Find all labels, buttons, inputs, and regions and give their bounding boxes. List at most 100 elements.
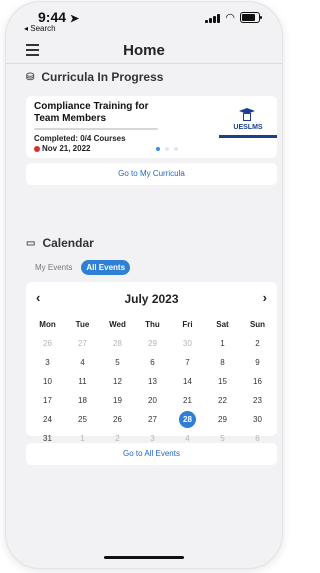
calendar-day[interactable]: 14 xyxy=(170,377,205,386)
calendar-day[interactable]: 30 xyxy=(240,415,275,424)
next-month-icon[interactable]: › xyxy=(263,290,267,305)
calendar-week-row: 26 27 28 29 30 1 2 xyxy=(30,334,275,353)
phone-screen: 9:44 ➤ ◂ Search ◠ Home ⛁ Curricula In Pr… xyxy=(6,2,282,568)
calendar-day-number: 5 xyxy=(220,434,225,443)
calendar-day[interactable]: 1 xyxy=(205,339,240,348)
calendar-week-row: 3 4 5 6 7 8 9 xyxy=(30,353,275,372)
calendar-day[interactable]: 11 xyxy=(65,377,100,386)
curricula-icon: ⛁ xyxy=(26,71,35,83)
weekday-label: Sat xyxy=(216,320,229,329)
calendar-day[interactable]: 21 xyxy=(170,396,205,405)
carousel-dot[interactable] xyxy=(165,147,169,151)
calendar-day-number: 20 xyxy=(148,396,157,405)
calendar-day-number: 1 xyxy=(220,339,225,348)
curriculum-date: Nov 21, 2022 xyxy=(34,144,90,153)
top-nav: Home xyxy=(6,36,282,62)
wifi-icon: ◠ xyxy=(225,12,235,24)
calendar-day[interactable]: 17 xyxy=(30,396,65,405)
calendar-day-number: 4 xyxy=(185,434,190,443)
calendar-day-number: 13 xyxy=(148,377,157,386)
calendar-day[interactable]: 3 xyxy=(30,358,65,367)
go-to-all-events-button[interactable]: Go to All Events xyxy=(26,443,277,465)
calendar-day-number: 27 xyxy=(148,415,157,424)
calendar-day-number: 8 xyxy=(220,358,225,367)
tab-all-events[interactable]: All Events xyxy=(81,260,131,275)
calendar-day[interactable]: 8 xyxy=(205,358,240,367)
calendar-day-number: 23 xyxy=(253,396,262,405)
calendar-day[interactable]: 22 xyxy=(205,396,240,405)
carousel-dot[interactable] xyxy=(174,147,178,151)
calendar-day-number: 31 xyxy=(43,434,52,443)
carousel-dot[interactable] xyxy=(156,147,160,151)
calendar-day-number: 18 xyxy=(78,396,87,405)
calendar-day-number: 6 xyxy=(255,434,260,443)
calendar-day[interactable]: 12 xyxy=(100,377,135,386)
calendar-section-header: ▭ Calendar xyxy=(26,236,94,250)
calendar-day[interactable]: 5 xyxy=(205,434,240,443)
calendar-day-number: 26 xyxy=(43,339,52,348)
calendar-day[interactable]: 26 xyxy=(100,415,135,424)
calendar-day[interactable]: 26 xyxy=(30,339,65,348)
calendar-day-number: 12 xyxy=(113,377,122,386)
calendar-day[interactable]: 27 xyxy=(65,339,100,348)
calendar-day[interactable]: 4 xyxy=(65,358,100,367)
curricula-section-header: ⛁ Curricula In Progress xyxy=(26,70,163,84)
calendar-day[interactable]: 9 xyxy=(240,358,275,367)
weekday-label: Mon xyxy=(39,320,56,329)
calendar-day-number: 2 xyxy=(255,339,260,348)
calendar-day[interactable]: 28 xyxy=(170,411,205,428)
page-title: Home xyxy=(123,42,165,59)
calendar-day[interactable]: 28 xyxy=(100,339,135,348)
calendar-day[interactable]: 29 xyxy=(135,339,170,348)
calendar-day[interactable]: 10 xyxy=(30,377,65,386)
logo-text: UESLMS xyxy=(233,124,263,131)
calendar-week-row: 10 11 12 13 14 15 16 xyxy=(30,372,275,391)
status-bar: 9:44 ➤ ◂ Search ◠ xyxy=(6,2,282,36)
calendar-day-number: 19 xyxy=(113,396,122,405)
calendar-day-number: 2 xyxy=(115,434,120,443)
calendar-day[interactable]: 16 xyxy=(240,377,275,386)
calendar-day[interactable]: 1 xyxy=(65,434,100,443)
calendar-day[interactable]: 6 xyxy=(240,434,275,443)
calendar-day[interactable]: 5 xyxy=(100,358,135,367)
go-to-my-curricula-button[interactable]: Go to My Curricula xyxy=(26,163,277,185)
calendar-day[interactable]: 2 xyxy=(100,434,135,443)
curriculum-card[interactable]: Compliance Training for Team Members Com… xyxy=(26,96,277,158)
calendar-day[interactable]: 25 xyxy=(65,415,100,424)
location-arrow-icon: ➤ xyxy=(69,13,80,25)
calendar-day[interactable]: 27 xyxy=(135,415,170,424)
weekday-header-row: Mon Tue Wed Thu Fri Sat Sun xyxy=(30,315,275,334)
system-icons: ◠ xyxy=(205,12,262,24)
tab-my-events[interactable]: My Events xyxy=(30,260,77,275)
calendar-day[interactable]: 30 xyxy=(170,339,205,348)
calendar-day[interactable]: 18 xyxy=(65,396,100,405)
calendar-day[interactable]: 15 xyxy=(205,377,240,386)
calendar-day-number: 3 xyxy=(150,434,155,443)
calendar-day-number: 1 xyxy=(80,434,85,443)
calendar-day[interactable]: 2 xyxy=(240,339,275,348)
calendar-day[interactable]: 23 xyxy=(240,396,275,405)
calendar-day[interactable]: 13 xyxy=(135,377,170,386)
calendar-day-number: 11 xyxy=(78,377,87,386)
calendar-heading: Calendar xyxy=(42,236,94,250)
calendar-day[interactable]: 29 xyxy=(205,415,240,424)
calendar-week-row: 17 18 19 20 21 22 23 xyxy=(30,391,275,410)
calendar-day[interactable]: 3 xyxy=(135,434,170,443)
calendar-day[interactable]: 24 xyxy=(30,415,65,424)
curricula-heading: Curricula In Progress xyxy=(41,70,164,84)
carousel-dots[interactable] xyxy=(156,147,178,151)
back-to-search-link[interactable]: ◂ Search xyxy=(24,24,56,33)
calendar-day[interactable]: 19 xyxy=(100,396,135,405)
calendar-week-row: 24 25 26 27 28 29 30 xyxy=(30,410,275,429)
curriculum-title: Compliance Training for Team Members xyxy=(34,101,149,124)
calendar-day[interactable]: 6 xyxy=(135,358,170,367)
calendar-day-number: 28 xyxy=(179,411,196,428)
calendar-day[interactable]: 20 xyxy=(135,396,170,405)
calendar-day-number: 10 xyxy=(43,377,52,386)
calendar-day[interactable]: 7 xyxy=(170,358,205,367)
calendar-day[interactable]: 31 xyxy=(30,434,65,443)
weekday-label: Wed xyxy=(109,320,126,329)
calendar-day[interactable]: 4 xyxy=(170,434,205,443)
calendar-day-number: 22 xyxy=(218,396,227,405)
calendar-day-number: 25 xyxy=(78,415,87,424)
